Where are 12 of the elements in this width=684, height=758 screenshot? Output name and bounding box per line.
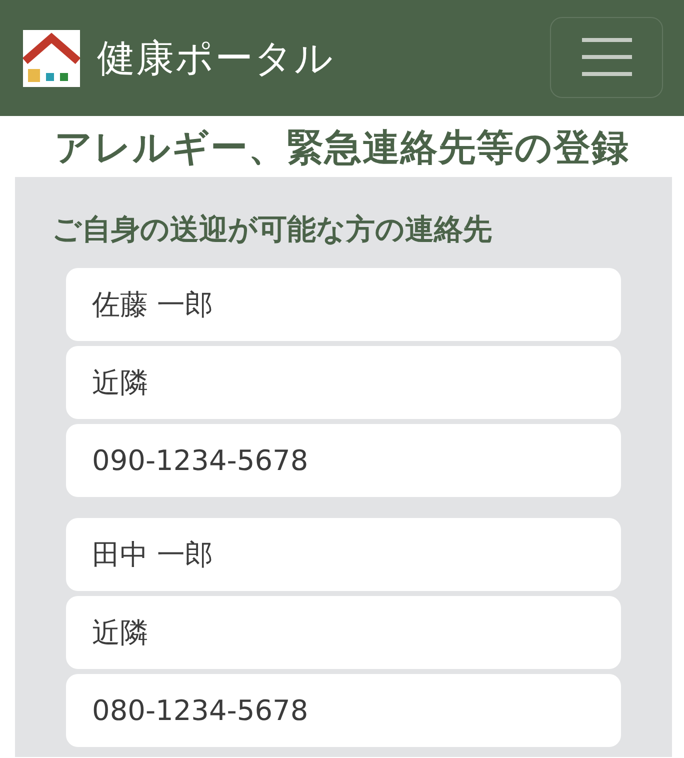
brand-title[interactable]: 健康ポータル bbox=[97, 39, 334, 77]
name-field[interactable]: 田中 一郎 bbox=[66, 518, 621, 591]
name-field[interactable]: 佐藤 一郎 bbox=[66, 268, 621, 341]
logo-icon[interactable] bbox=[23, 30, 80, 86]
menu-button[interactable] bbox=[550, 16, 663, 98]
relationship-field[interactable]: 近隣 bbox=[66, 346, 621, 419]
section-heading: ご自身の送迎が可能な方の連絡先 bbox=[52, 215, 493, 244]
phone-field[interactable]: 090-1234-5678 bbox=[66, 424, 621, 497]
relationship-field[interactable]: 近隣 bbox=[66, 596, 621, 669]
menu-icon bbox=[582, 38, 632, 76]
phone-field[interactable]: 080-1234-5678 bbox=[66, 674, 621, 747]
page-title: アレルギー、緊急連絡先等の登録 bbox=[54, 125, 630, 171]
